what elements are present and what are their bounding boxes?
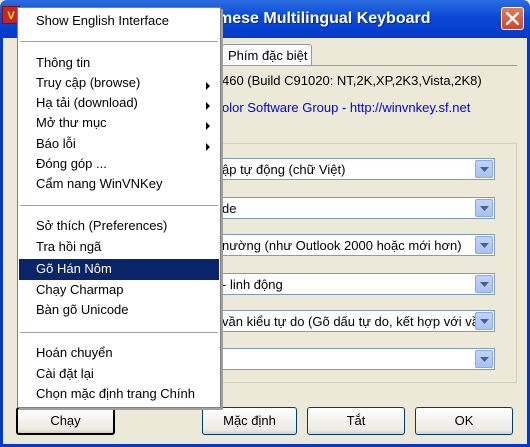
combo-tone-style[interactable]: vần kiểu tự do (Gõ dấu tự do, kết hợp vớ… (220, 310, 495, 332)
combo-mode-value: de (222, 201, 237, 216)
menu-item-label: Đóng góp ... (36, 156, 107, 171)
dropdown-arrow-icon[interactable] (475, 350, 493, 368)
submenu-arrow-icon (206, 78, 211, 93)
menu-item-show-english[interactable]: Show English Interface (19, 11, 219, 32)
close-icon (506, 12, 519, 25)
menu-item-charmap[interactable]: Chạy Charmap (19, 280, 219, 301)
submenu-arrow-icon (206, 139, 211, 154)
run-button[interactable]: Chạy (16, 407, 115, 435)
menu-item-label: Báo lỗi (36, 136, 76, 151)
combo-clipboard-value: nường (như Outlook 2000 hoặc mới hơn) (222, 238, 462, 253)
menu-item-label: Thông tin (36, 55, 91, 70)
menu-item-label: Tra hồi ngã (36, 239, 102, 254)
submenu-arrow-icon (206, 98, 211, 113)
dropdown-arrow-icon[interactable] (475, 199, 493, 217)
menu-item-preferences[interactable]: Sở thích (Preferences) (19, 216, 219, 237)
menu-item-browse[interactable]: Truy cập (browse) (19, 73, 219, 94)
menu-item-label: Sở thích (Preferences) (36, 218, 168, 233)
close-button[interactable] (501, 7, 524, 30)
combo-extra[interactable] (220, 348, 495, 370)
menu-item-convert[interactable]: Hoán chuyển (19, 343, 219, 364)
menu-item-label: Bàn gõ Unicode (36, 302, 129, 317)
dropdown-arrow-icon[interactable] (475, 275, 493, 293)
menu-item-label: Gõ Hán Nôm (36, 261, 112, 276)
homepage-link[interactable]: olor Software Group - http://winvnkey.sf… (222, 100, 470, 115)
dropdown-arrow-icon[interactable] (475, 236, 493, 254)
combo-spelling[interactable]: ập tự động (chữ Việt) (220, 158, 495, 180)
combo-dynamic-value: - linh động (222, 277, 283, 292)
menu-separator (20, 41, 218, 42)
default-button[interactable]: Mặc định (202, 407, 297, 435)
menu-separator (20, 332, 218, 333)
window-title: mese Multilingual Keyboard (218, 10, 431, 27)
menu-item-label: Hoán chuyển (36, 345, 113, 360)
menu-item-dictionary[interactable]: Tra hồi ngã (19, 237, 219, 258)
menu-item-label: Truy cập (browse) (36, 75, 141, 90)
menu-item-report-bug[interactable]: Báo lỗi (19, 134, 219, 155)
dropdown-arrow-icon[interactable] (475, 312, 493, 330)
ok-button[interactable]: OK (415, 407, 513, 435)
menu-item-info[interactable]: Thông tin (19, 53, 219, 74)
menu-item-label: Chạy Charmap (36, 282, 124, 297)
menu-item-download[interactable]: Hạ tải (download) (19, 93, 219, 114)
menu-item-open-folder[interactable]: Mở thư mục (19, 113, 219, 134)
tab-special-keys[interactable]: Phím đặc biệt (222, 44, 312, 66)
combo-spelling-value: ập tự động (chữ Việt) (222, 162, 346, 177)
menu-item-label: Chọn mặc định trang Chính (36, 386, 195, 401)
menu-item-han-nom[interactable]: Gõ Hán Nôm (19, 259, 219, 280)
menu-item-label: Cài đặt lại (36, 366, 94, 381)
context-menu: Show English Interface Thông tin Truy cậ… (17, 7, 221, 408)
combo-clipboard[interactable]: nường (như Outlook 2000 hoặc mới hơn) (220, 234, 495, 256)
menu-item-label: Hạ tải (download) (36, 95, 138, 110)
menu-item-label: Cẩm nang WinVNKey (36, 176, 163, 191)
combo-mode[interactable]: de (220, 197, 495, 219)
dropdown-arrow-icon[interactable] (475, 160, 493, 178)
version-text: 460 (Build C91020: NT,2K,XP,2K3,Vista,2K… (222, 73, 482, 88)
menu-item-contribute[interactable]: Đóng góp ... (19, 154, 219, 175)
menu-item-reinstall[interactable]: Cài đặt lại (19, 364, 219, 385)
combo-dynamic[interactable]: - linh động (220, 273, 495, 295)
submenu-arrow-icon (206, 118, 211, 133)
menu-item-unicode[interactable]: Bàn gõ Unicode (19, 300, 219, 321)
menu-separator (20, 205, 218, 206)
off-button[interactable]: Tắt (307, 407, 405, 435)
menu-item-main-default[interactable]: Chọn mặc định trang Chính (19, 384, 219, 405)
menu-item-label: Mở thư mục (36, 115, 107, 130)
combo-tone-style-value: vần kiểu tự do (Gõ dấu tự do, kết hợp vớ… (222, 314, 476, 329)
menu-item-label: Show English Interface (36, 13, 169, 28)
menu-item-handbook[interactable]: Cẩm nang WinVNKey (19, 174, 219, 195)
